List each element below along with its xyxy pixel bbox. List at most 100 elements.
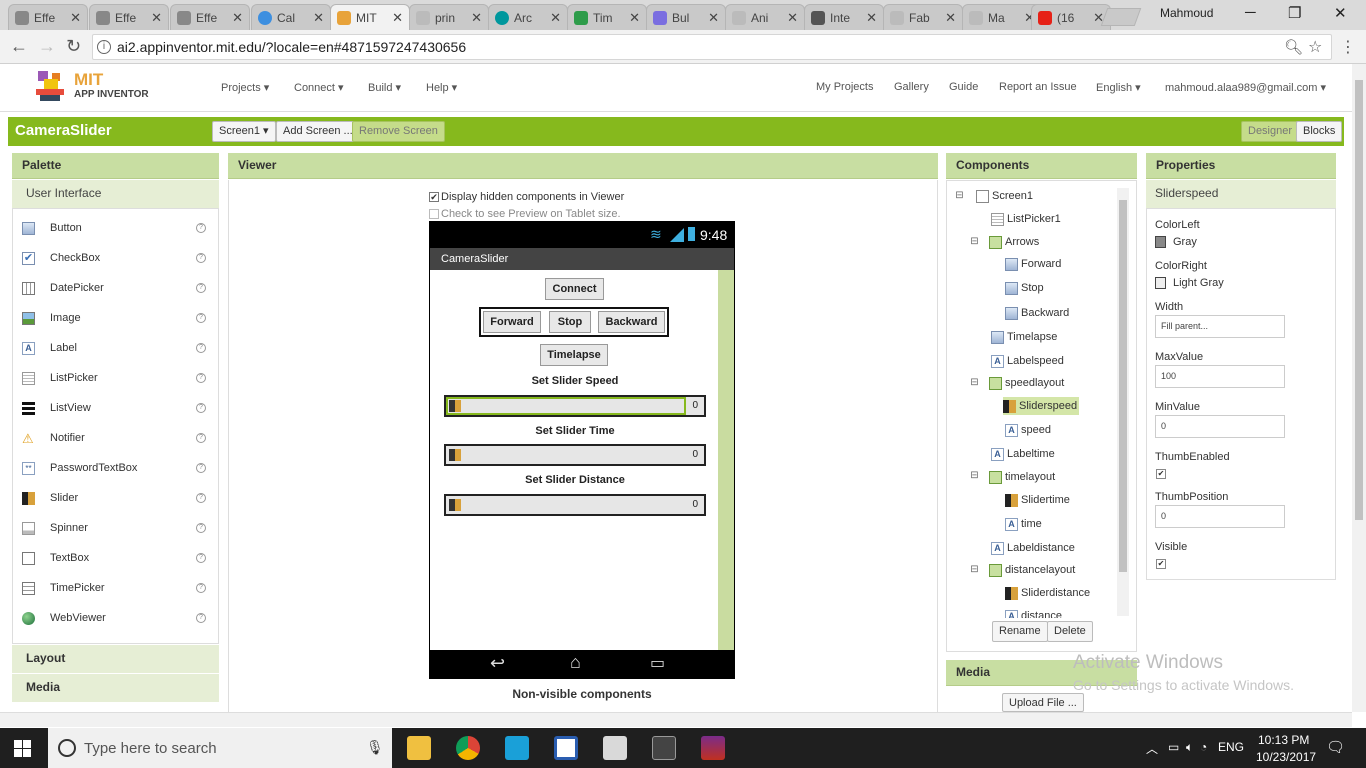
slider-time[interactable]: 0 [444,444,706,466]
help-icon[interactable]: ? [196,463,206,473]
window-close-icon[interactable]: ✕ [1334,4,1347,22]
colorleft-value[interactable]: Gray [1173,236,1197,248]
visible-checkbox[interactable]: ✔ [1156,559,1166,569]
language-dropdown[interactable]: English ▾ [1096,81,1141,94]
account-dropdown[interactable]: mahmoud.alaa989@gmail.com ▾ [1165,81,1326,94]
palette-item-textbox[interactable]: TextBox [22,548,89,568]
page-vertical-scrollbar-thumb[interactable] [1355,80,1363,520]
help-icon[interactable]: ? [196,253,206,263]
palette-item-listpicker[interactable]: ListPicker [22,368,98,388]
taskbar-search-box[interactable]: Type here to search 🎙︎ [48,728,392,768]
menu-help[interactable]: Help ▾ [426,81,457,94]
tray-expand-icon[interactable]: ︿ [1146,740,1158,757]
action-center-icon[interactable]: 🗨︎ [1326,738,1345,756]
tree-node-arrows[interactable]: Arrows [989,233,1039,251]
display-hidden-checkbox-row[interactable]: ✔ Display hidden components in Viewer [429,191,624,203]
colorleft-swatch[interactable] [1155,236,1166,248]
help-icon[interactable]: ? [196,523,206,533]
tree-node-forward[interactable]: Forward [1005,255,1061,273]
browser-tab[interactable]: Tim ✕ [567,4,647,30]
browser-tab[interactable]: prin ✕ [409,4,489,30]
tree-node-listpicker1[interactable]: ListPicker1 [991,210,1061,228]
collapse-icon[interactable]: ⊟ [970,565,979,575]
volume-icon[interactable]: 🔈︎ [1186,740,1193,755]
tree-node-backward[interactable]: Backward [1005,304,1069,322]
thumbposition-field[interactable]: 0 [1155,505,1285,528]
screen-select-button[interactable]: Screen1 ▾ [212,121,276,142]
zoom-icon[interactable]: 🔍︎ [1284,38,1303,56]
connect-button[interactable]: Connect [545,278,604,300]
close-icon[interactable]: ✕ [392,10,403,26]
browser-profile-name[interactable]: Mahmoud [1160,6,1213,20]
close-icon[interactable]: ✕ [151,10,162,26]
collapse-icon[interactable]: ⊟ [970,378,979,388]
tree-node-speed[interactable]: Aspeed [1005,421,1051,439]
minvalue-field[interactable]: 0 [1155,415,1285,438]
collapse-icon[interactable]: ⊟ [970,237,979,247]
tree-scrollbar-thumb[interactable] [1119,200,1127,572]
menu-projects[interactable]: Projects ▾ [221,81,269,94]
browser-tab[interactable]: Fab ✕ [883,4,963,30]
menu-connect[interactable]: Connect ▾ [294,81,344,94]
slider-thumb[interactable] [449,449,461,461]
tablet-preview-checkbox-row[interactable]: Check to see Preview on Tablet size. [429,208,621,220]
help-icon[interactable]: ? [196,403,206,413]
close-icon[interactable]: ✕ [232,10,243,26]
palette-item-webviewer[interactable]: WebViewer [22,608,106,628]
chrome-icon[interactable] [456,736,480,760]
browser-tab[interactable]: Effe ✕ [8,4,88,30]
minimize-icon[interactable]: ─ [1245,4,1256,21]
tree-node-slidertime[interactable]: Slidertime [1005,491,1070,509]
palette-category-layout[interactable]: Layout [12,645,219,673]
stop-button[interactable]: Stop [549,311,591,333]
info-icon[interactable]: i [97,40,111,54]
back-icon[interactable]: ← [10,36,28,57]
reload-icon[interactable]: ↻ [66,36,81,57]
tree-node-stop[interactable]: Stop [1005,279,1044,297]
help-icon[interactable]: ? [196,373,206,383]
tree-node-labelspeed[interactable]: A Labelspeed [991,352,1064,370]
help-icon[interactable]: ? [196,433,206,443]
help-icon[interactable]: ? [196,313,206,323]
collapse-icon[interactable]: ⊟ [955,191,964,201]
browser-tab[interactable]: Arc ✕ [488,4,568,30]
cura-app-icon[interactable] [505,736,529,760]
tree-node-sliderspeed[interactable]: Sliderspeed [1003,397,1080,415]
close-icon[interactable]: ✕ [471,10,482,26]
timelapse-button[interactable]: Timelapse [540,344,608,366]
collapse-icon[interactable]: ⊟ [970,471,979,481]
tree-node-speedlayout[interactable]: speedlayout [989,374,1064,392]
browser-tab[interactable]: Effe ✕ [170,4,250,30]
browser-tab-active[interactable]: MIT ✕ [330,4,410,30]
help-icon[interactable]: ? [196,553,206,563]
taskbar-clock-time[interactable]: 10:13 PM [1258,733,1309,747]
palette-category-user-interface[interactable]: User Interface [12,180,219,208]
close-icon[interactable]: ✕ [550,10,561,26]
colorright-value[interactable]: Light Gray [1173,277,1224,289]
display-hidden-checkbox[interactable]: ✔ [429,192,439,203]
slider-speed[interactable]: 0 [444,395,706,417]
rename-button[interactable]: Rename [992,621,1048,642]
tree-node-sliderdistance[interactable]: Sliderdistance [1005,584,1090,602]
tree-node-time[interactable]: Atime [1005,515,1042,533]
palette-item-slider[interactable]: Slider [22,488,78,508]
page-horizontal-scrollbar[interactable] [0,712,1352,727]
designer-button[interactable]: Designer [1241,121,1300,142]
bookmark-star-icon[interactable]: ☆ [1308,37,1322,57]
browser-tab[interactable]: Inte ✕ [804,4,884,30]
slider-distance[interactable]: 0 [444,494,706,516]
microphone-icon[interactable]: 🎙︎ [366,739,384,756]
width-field[interactable]: Fill parent... [1155,315,1285,338]
palette-item-label[interactable]: A Label [22,338,77,358]
tree-node-distancelayout[interactable]: distancelayout [989,561,1075,579]
link-report-issue[interactable]: Report an Issue [999,81,1077,93]
tree-node-timelayout[interactable]: timelayout [989,468,1055,486]
help-icon[interactable]: ? [196,583,206,593]
close-icon[interactable]: ✕ [945,10,956,26]
close-icon[interactable]: ✕ [708,10,719,26]
maxvalue-field[interactable]: 100 [1155,365,1285,388]
delete-button[interactable]: Delete [1047,621,1093,642]
palette-item-listview[interactable]: ListView [22,398,91,418]
tree-node-timelapse[interactable]: Timelapse [991,328,1057,346]
browser-menu-icon[interactable]: ⋮ [1340,37,1356,57]
